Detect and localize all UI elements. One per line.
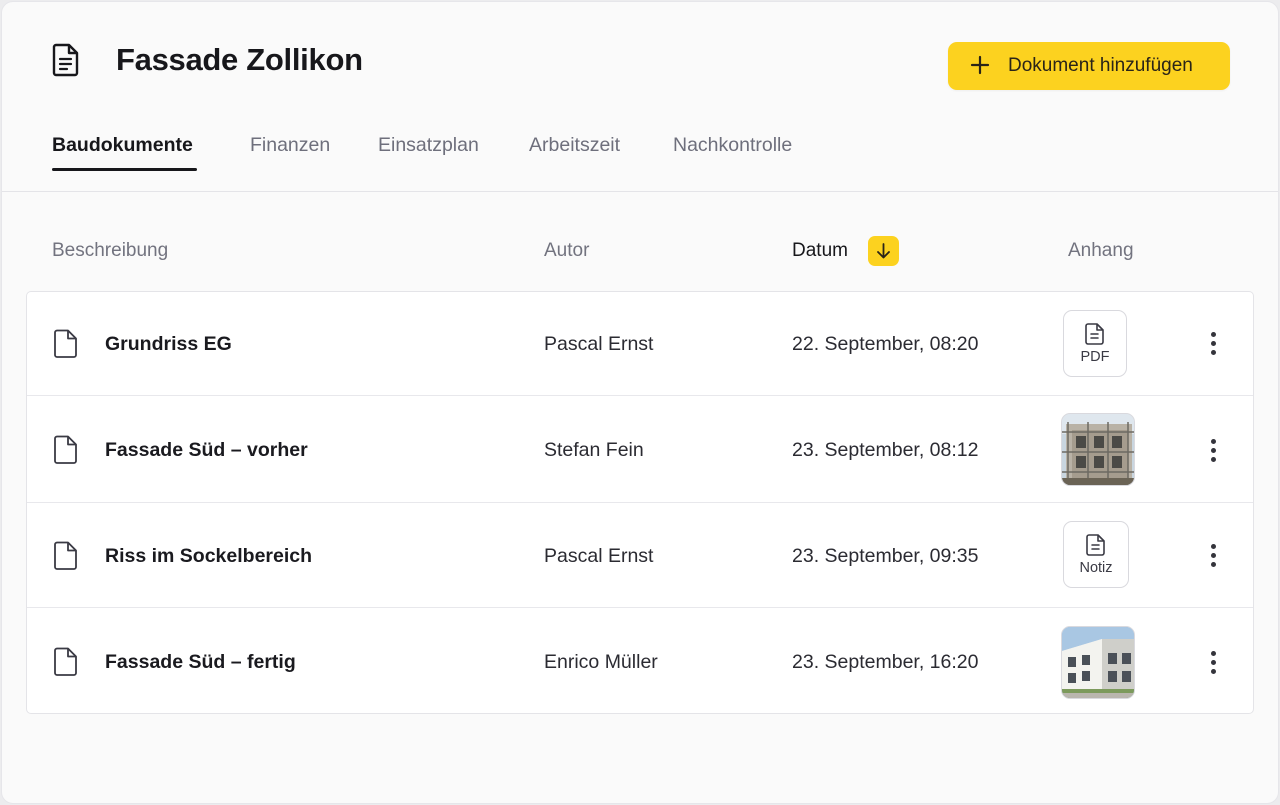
documents-table: Grundriss EG Pascal Ernst 22. September,… bbox=[26, 291, 1254, 714]
row-menu-icon[interactable] bbox=[1204, 541, 1224, 571]
row-title[interactable]: Grundriss EG bbox=[105, 333, 232, 356]
tab-bar: Baudokumente Finanzen Einsatzplan Arbeit… bbox=[2, 130, 1278, 192]
arrow-down-icon bbox=[877, 243, 890, 259]
file-icon bbox=[54, 435, 77, 464]
column-header-description[interactable]: Beschreibung bbox=[52, 240, 168, 262]
active-tab-indicator bbox=[52, 168, 197, 171]
app-window: Fassade Zollikon Dokument hinzufügen Bau… bbox=[1, 1, 1279, 804]
row-author: Enrico Müller bbox=[544, 651, 658, 673]
plus-icon bbox=[970, 55, 990, 75]
table-row[interactable]: Riss im Sockelbereich Pascal Ernst 23. S… bbox=[27, 503, 1253, 607]
tab-nachkontrolle[interactable]: Nachkontrolle bbox=[673, 134, 792, 157]
file-text-icon bbox=[1086, 534, 1105, 556]
note-attachment[interactable]: Notiz bbox=[1063, 521, 1129, 588]
attachment-label: Notiz bbox=[1079, 560, 1113, 576]
row-title[interactable]: Fassade Süd – fertig bbox=[105, 651, 296, 674]
tab-arbeitszeit[interactable]: Arbeitszeit bbox=[529, 134, 620, 157]
row-menu-icon[interactable] bbox=[1204, 329, 1224, 359]
pdf-attachment[interactable]: PDF bbox=[1063, 310, 1127, 377]
add-document-label: Dokument hinzufügen bbox=[1008, 55, 1193, 76]
row-date: 23. September, 16:20 bbox=[792, 651, 979, 673]
column-header-date[interactable]: Datum bbox=[792, 240, 848, 262]
tab-finanzen[interactable]: Finanzen bbox=[250, 134, 330, 157]
table-row[interactable]: Fassade Süd – fertig Enrico Müller 23. S… bbox=[27, 608, 1253, 714]
row-author: Pascal Ernst bbox=[544, 545, 654, 567]
row-title[interactable]: Riss im Sockelbereich bbox=[105, 545, 312, 568]
row-date: 22. September, 08:20 bbox=[792, 333, 979, 355]
file-text-icon bbox=[1085, 323, 1104, 345]
row-author: Pascal Ernst bbox=[544, 333, 654, 355]
photo-thumbnail bbox=[1062, 627, 1134, 698]
header-divider bbox=[2, 191, 1278, 192]
row-author: Stefan Fein bbox=[544, 439, 644, 461]
tab-baudokumente[interactable]: Baudokumente bbox=[52, 134, 193, 157]
table-row[interactable]: Fassade Süd – vorher Stefan Fein 23. Sep… bbox=[27, 396, 1253, 502]
row-menu-icon[interactable] bbox=[1204, 648, 1224, 678]
file-icon bbox=[54, 329, 77, 358]
row-menu-icon[interactable] bbox=[1204, 436, 1224, 466]
photo-thumbnail bbox=[1062, 414, 1134, 485]
row-date: 23. September, 08:12 bbox=[792, 439, 979, 461]
file-icon bbox=[54, 647, 77, 676]
column-header-attachment[interactable]: Anhang bbox=[1068, 240, 1134, 262]
file-icon bbox=[54, 541, 77, 570]
sort-direction-button[interactable] bbox=[868, 236, 899, 266]
photo-attachment-scaffold[interactable] bbox=[1061, 413, 1135, 486]
column-header-author[interactable]: Autor bbox=[544, 240, 589, 262]
page-title: Fassade Zollikon bbox=[116, 42, 363, 77]
row-date: 23. September, 09:35 bbox=[792, 545, 979, 567]
add-document-button[interactable]: Dokument hinzufügen bbox=[948, 42, 1230, 90]
table-row[interactable]: Grundriss EG Pascal Ernst 22. September,… bbox=[27, 292, 1253, 395]
photo-attachment-finished[interactable] bbox=[1061, 626, 1135, 699]
row-title[interactable]: Fassade Süd – vorher bbox=[105, 439, 308, 462]
tab-einsatzplan[interactable]: Einsatzplan bbox=[378, 134, 479, 157]
document-icon bbox=[52, 43, 79, 77]
attachment-label: PDF bbox=[1080, 349, 1110, 365]
